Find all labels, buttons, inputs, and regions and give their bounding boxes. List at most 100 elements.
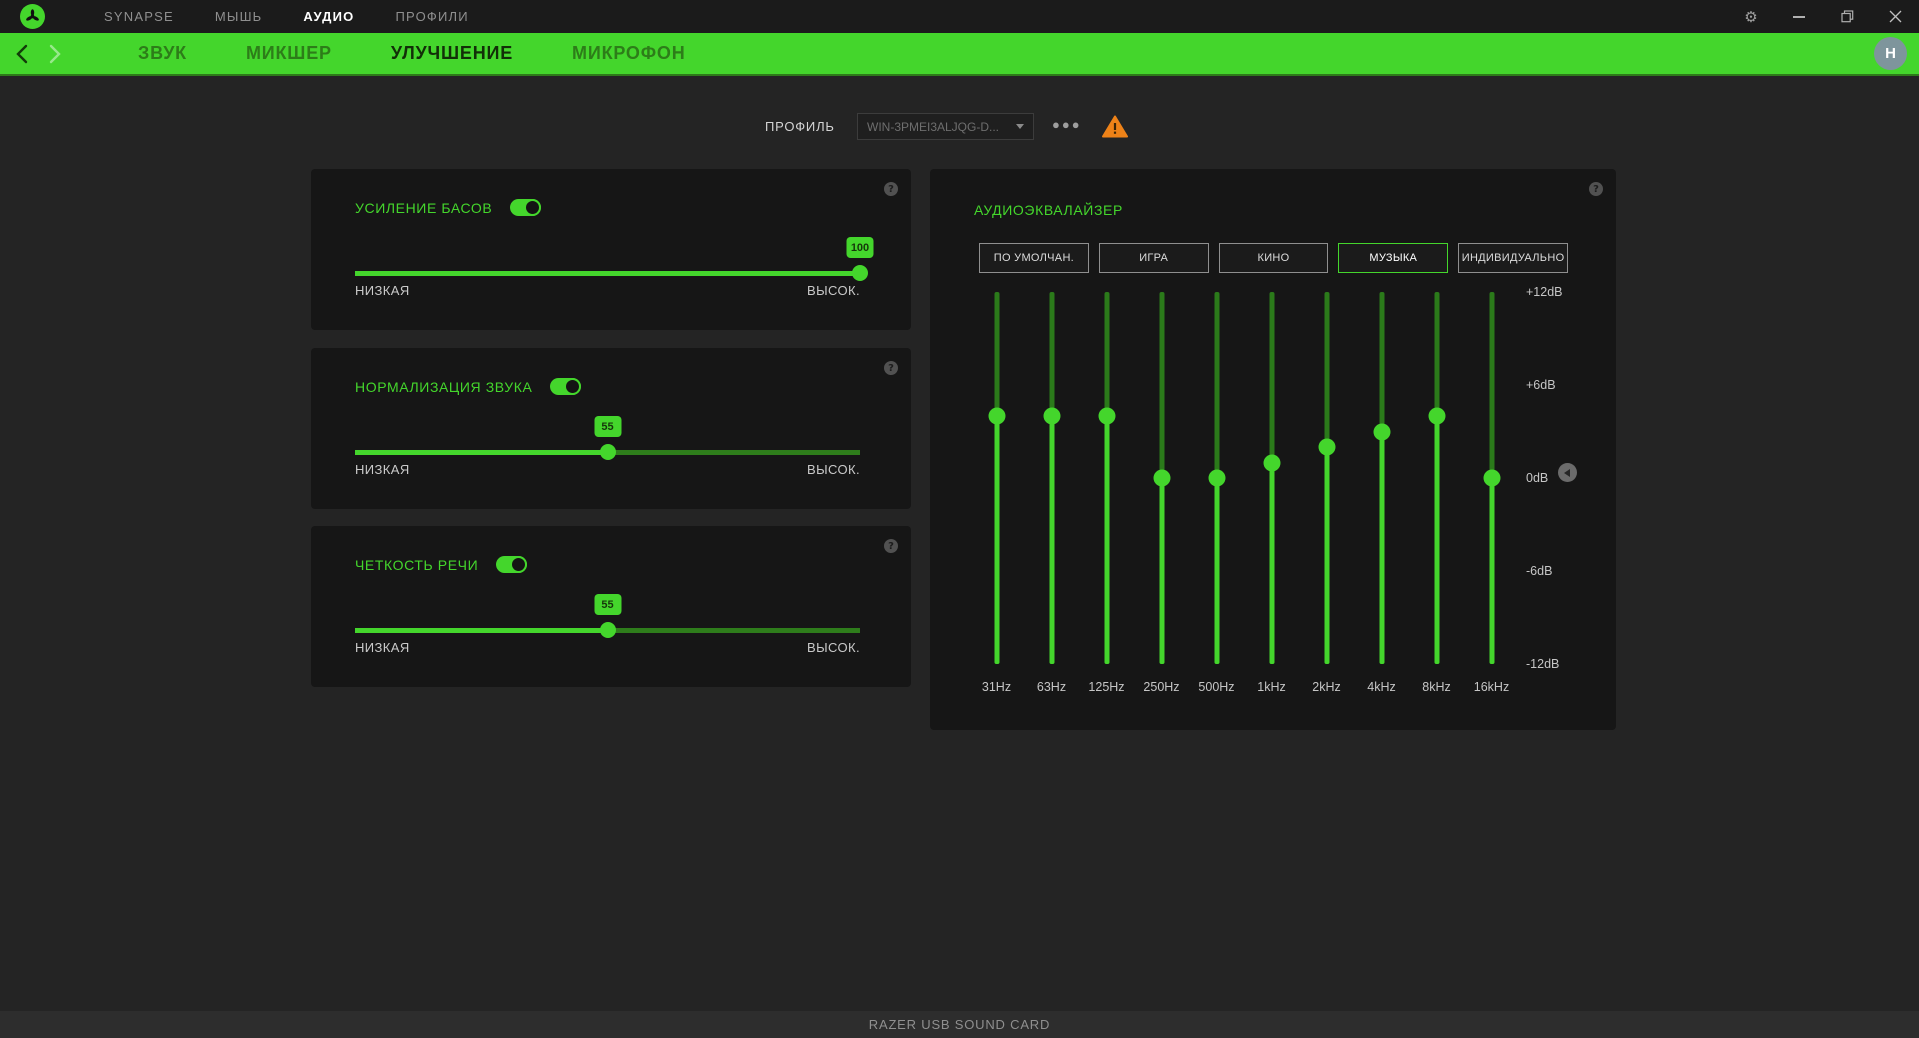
eq-band-label: 500Hz bbox=[1189, 680, 1244, 694]
eq-band-label: 16kHz bbox=[1464, 680, 1519, 694]
app-menu: SYNAPSE МЫШЬ АУДИО ПРОФИЛИ bbox=[104, 9, 469, 24]
back-button[interactable] bbox=[8, 41, 34, 67]
toggle-knob bbox=[564, 378, 581, 395]
slider-thumb[interactable] bbox=[600, 622, 616, 638]
help-icon[interactable]: ? bbox=[884, 361, 898, 375]
eq-bands: 31Hz 63Hz 125Hz 250Hz 500Hz bbox=[969, 292, 1519, 664]
voice-clarity-toggle[interactable] bbox=[496, 556, 527, 573]
close-icon bbox=[1889, 10, 1902, 23]
menu-item-profiles[interactable]: ПРОФИЛИ bbox=[395, 9, 468, 24]
eq-thumb[interactable] bbox=[1043, 408, 1060, 425]
gear-icon: ⚙ bbox=[1744, 8, 1757, 26]
close-button[interactable] bbox=[1871, 0, 1919, 33]
eq-thumb[interactable] bbox=[988, 408, 1005, 425]
eq-thumb[interactable] bbox=[1208, 470, 1225, 487]
eq-presets: ПО УМОЛЧАН. ИГРА КИНО МУЗЫКА ИНДИВИДУАЛЬ… bbox=[979, 243, 1568, 273]
eq-preset-game[interactable]: ИГРА bbox=[1099, 243, 1209, 273]
eq-track[interactable] bbox=[1434, 292, 1439, 664]
eq-track[interactable] bbox=[994, 292, 999, 664]
eq-band-label: 31Hz bbox=[969, 680, 1024, 694]
voice-clarity-slider: 55 НИЗКАЯ ВЫСОК. bbox=[355, 594, 860, 664]
eq-band-label: 4kHz bbox=[1354, 680, 1409, 694]
help-icon[interactable]: ? bbox=[884, 182, 898, 196]
help-icon[interactable]: ? bbox=[884, 539, 898, 553]
eq-preset-movie[interactable]: КИНО bbox=[1219, 243, 1329, 273]
forward-button[interactable] bbox=[42, 41, 68, 67]
eq-track[interactable] bbox=[1379, 292, 1384, 664]
more-options-button[interactable]: ●●● bbox=[1052, 117, 1082, 132]
eq-thumb[interactable] bbox=[1318, 439, 1335, 456]
eq-preset-default[interactable]: ПО УМОЛЧАН. bbox=[979, 243, 1089, 273]
eq-collapse-button[interactable] bbox=[1558, 463, 1577, 482]
slider-max-label: ВЫСОК. bbox=[807, 640, 860, 655]
tab-microphone[interactable]: МИКРОФОН bbox=[572, 43, 685, 64]
eq-track[interactable] bbox=[1104, 292, 1109, 664]
profile-row: ПРОФИЛЬ WIN-3PMEI3ALJQG-D... ●●● bbox=[0, 113, 1919, 140]
slider-labels: НИЗКАЯ ВЫСОК. bbox=[355, 283, 860, 298]
minimize-button[interactable] bbox=[1775, 0, 1823, 33]
audio-equalizer-card: ? АУДИОЭКВАЛАЙЗЕР ПО УМОЛЧАН. ИГРА КИНО … bbox=[930, 169, 1616, 730]
slider-thumb[interactable] bbox=[600, 444, 616, 460]
eq-band-2khz: 2kHz bbox=[1299, 292, 1354, 664]
equalizer-title: АУДИОЭКВАЛАЙЗЕР bbox=[974, 202, 1123, 218]
tab-enhancement[interactable]: УЛУЧШЕНИЕ bbox=[391, 43, 513, 64]
bass-boost-slider: 100 НИЗКАЯ ВЫСОК. bbox=[355, 237, 860, 307]
eq-track-fill bbox=[1049, 416, 1054, 664]
settings-button[interactable]: ⚙ bbox=[1727, 0, 1775, 33]
titlebar: SYNAPSE МЫШЬ АУДИО ПРОФИЛИ ⚙ bbox=[0, 0, 1919, 33]
slider-max-label: ВЫСОК. bbox=[807, 462, 860, 477]
eq-thumb[interactable] bbox=[1483, 470, 1500, 487]
eq-preset-music[interactable]: МУЗЫКА bbox=[1338, 243, 1448, 273]
eq-preset-custom[interactable]: ИНДИВИДУАЛЬНО bbox=[1458, 243, 1568, 273]
slider-min-label: НИЗКАЯ bbox=[355, 640, 410, 655]
slider-min-label: НИЗКАЯ bbox=[355, 283, 410, 298]
eq-track-fill bbox=[1324, 447, 1329, 664]
eq-track[interactable] bbox=[1269, 292, 1274, 664]
razer-logo-icon[interactable] bbox=[20, 4, 45, 29]
help-icon[interactable]: ? bbox=[1589, 182, 1603, 196]
slider-fill bbox=[355, 450, 608, 455]
chevron-right-icon bbox=[49, 44, 62, 64]
window-controls: ⚙ bbox=[1727, 0, 1919, 33]
eq-track-fill bbox=[1159, 478, 1164, 664]
tab-sound[interactable]: ЗВУК bbox=[138, 43, 187, 64]
eq-thumb[interactable] bbox=[1153, 470, 1170, 487]
slider-track[interactable] bbox=[355, 271, 860, 276]
eq-band-label: 250Hz bbox=[1134, 680, 1189, 694]
warning-icon[interactable] bbox=[1102, 115, 1128, 143]
eq-thumb[interactable] bbox=[1098, 408, 1115, 425]
user-avatar[interactable]: H bbox=[1874, 37, 1907, 70]
tab-mixer[interactable]: МИКШЕР bbox=[246, 43, 332, 64]
eq-thumb[interactable] bbox=[1263, 454, 1280, 471]
section-nav-bar: ЗВУК МИКШЕР УЛУЧШЕНИЕ МИКРОФОН H bbox=[0, 33, 1919, 76]
slider-value-badge: 100 bbox=[847, 237, 874, 258]
db-label-minus12: -12dB bbox=[1526, 657, 1559, 671]
menu-item-audio[interactable]: АУДИО bbox=[303, 9, 354, 24]
menu-item-synapse[interactable]: SYNAPSE bbox=[104, 9, 174, 24]
eq-track-fill bbox=[1104, 416, 1109, 664]
restore-button[interactable] bbox=[1823, 0, 1871, 33]
profile-dropdown[interactable]: WIN-3PMEI3ALJQG-D... bbox=[857, 113, 1034, 140]
eq-track-fill bbox=[1434, 416, 1439, 664]
slider-thumb[interactable] bbox=[852, 265, 868, 281]
sound-normalization-toggle[interactable] bbox=[550, 378, 581, 395]
eq-band-31hz: 31Hz bbox=[969, 292, 1024, 664]
slider-min-label: НИЗКАЯ bbox=[355, 462, 410, 477]
card-title: ЧЕТКОСТЬ РЕЧИ bbox=[355, 557, 478, 573]
menu-item-mouse[interactable]: МЫШЬ bbox=[215, 9, 263, 24]
slider-value-badge: 55 bbox=[594, 416, 621, 437]
eq-band-1khz: 1kHz bbox=[1244, 292, 1299, 664]
db-label-plus6: +6dB bbox=[1526, 378, 1556, 392]
bass-boost-toggle[interactable] bbox=[510, 199, 541, 216]
chevron-left-icon bbox=[15, 44, 28, 64]
eq-track[interactable] bbox=[1049, 292, 1054, 664]
statusbar: RAZER USB SOUND CARD bbox=[0, 1011, 1919, 1038]
card-title: УСИЛЕНИЕ БАСОВ bbox=[355, 200, 492, 216]
eq-band-500hz: 500Hz bbox=[1189, 292, 1244, 664]
chevron-down-icon bbox=[1016, 124, 1024, 129]
eq-track[interactable] bbox=[1324, 292, 1329, 664]
eq-thumb[interactable] bbox=[1428, 408, 1445, 425]
eq-track-fill bbox=[1214, 478, 1219, 664]
card-title: НОРМАЛИЗАЦИЯ ЗВУКА bbox=[355, 379, 532, 395]
eq-thumb[interactable] bbox=[1373, 423, 1390, 440]
